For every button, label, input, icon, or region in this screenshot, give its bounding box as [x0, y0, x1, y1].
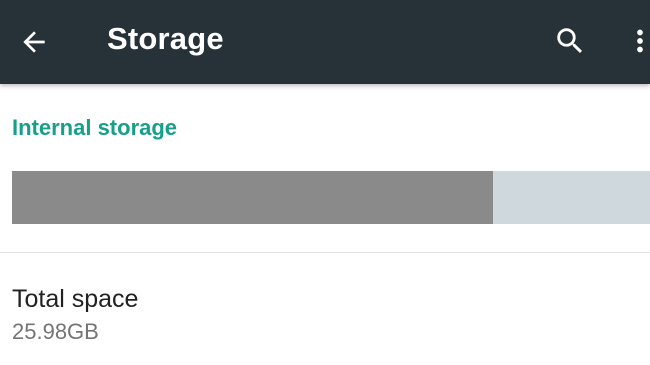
page-title: Storage [107, 21, 224, 56]
total-space-value: 25.98GB [12, 319, 99, 344]
search-button[interactable] [543, 14, 597, 68]
app-bar: Storage [0, 0, 650, 84]
storage-used-segment [12, 171, 494, 224]
search-icon [557, 28, 583, 54]
overflow-menu-button[interactable] [622, 14, 650, 68]
section-header-internal-storage: Internal storage [12, 115, 178, 140]
total-space-title: Total space [12, 285, 139, 313]
back-button[interactable] [8, 16, 60, 68]
more-vert-icon [637, 29, 643, 53]
storage-usage-bar [12, 171, 650, 224]
arrow-back-icon [23, 31, 45, 53]
